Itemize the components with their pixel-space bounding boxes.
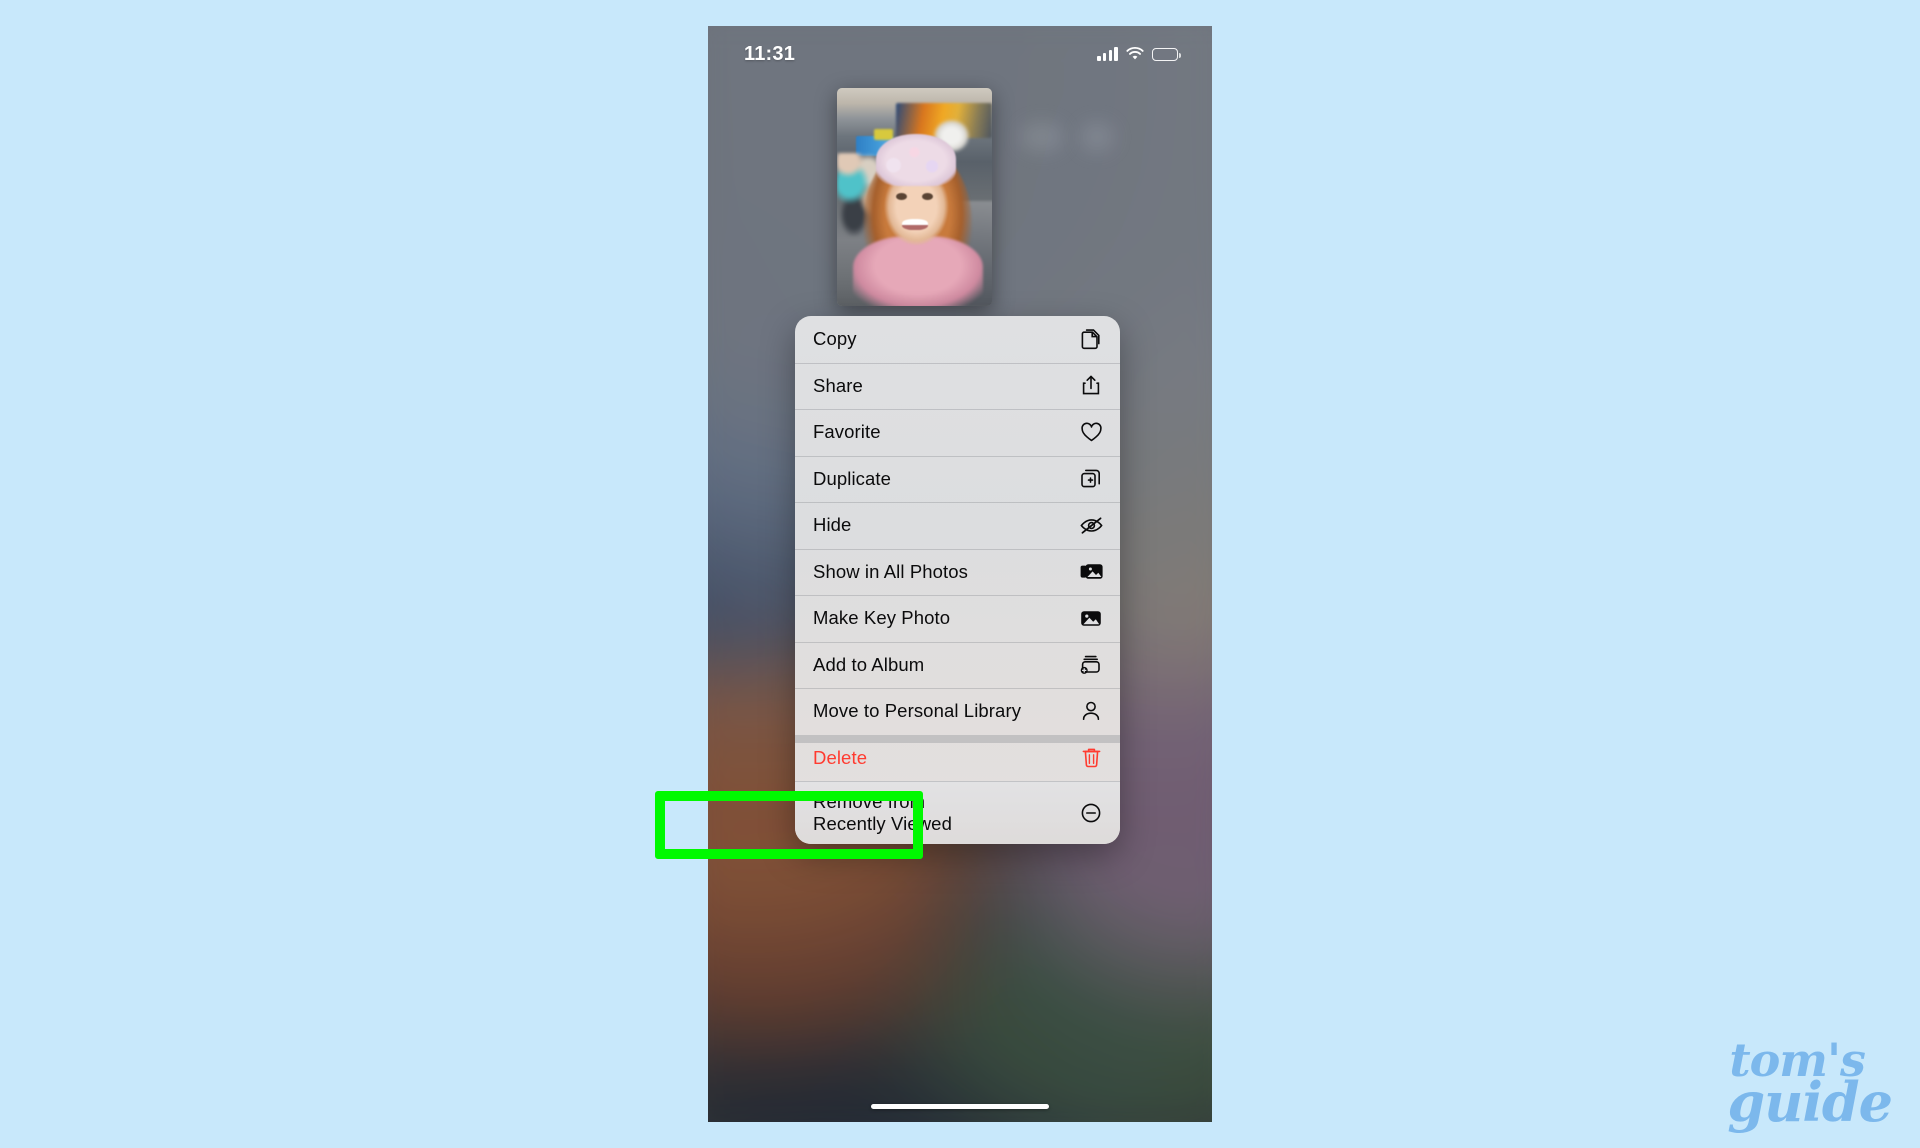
menu-item-label: Make Key Photo [813, 607, 951, 629]
menu-item-duplicate[interactable]: Duplicate [795, 455, 1120, 503]
menu-item-hide[interactable]: Hide [795, 502, 1120, 549]
menu-item-copy[interactable]: Copy [795, 316, 1120, 363]
phone-screenshot-frame: 11:31 Copy Share Favorite Duplicate Hide… [708, 26, 1212, 1122]
photo-context-menu: Copy Share Favorite Duplicate Hide Show … [795, 316, 1120, 844]
duplicate-icon [1078, 466, 1104, 492]
battery-icon [1152, 47, 1181, 61]
eye-slash-icon [1078, 512, 1104, 538]
menu-item-add-to-album[interactable]: Add to Album [795, 641, 1120, 689]
minus-circle-icon [1078, 800, 1104, 826]
photo-thumbnail[interactable] [837, 88, 992, 306]
menu-item-share[interactable]: Share [795, 362, 1120, 410]
toms-guide-watermark: tom's guide [1727, 1037, 1893, 1134]
status-bar-time: 11:31 [744, 42, 796, 65]
person-icon [1078, 698, 1104, 724]
menu-item-label: Add to Album [813, 653, 925, 675]
menu-item-label: Move to Personal Library [813, 700, 1022, 722]
heart-icon [1078, 419, 1104, 445]
menu-item-move-to-personal-library[interactable]: Move to Personal Library [795, 688, 1120, 735]
menu-item-label: Duplicate [813, 467, 892, 489]
photo-stack-icon [1078, 559, 1104, 585]
add-to-album-icon [1078, 652, 1104, 678]
status-bar-icons [1097, 47, 1181, 61]
menu-item-label: Remove from Recently Viewed [813, 790, 952, 834]
menu-item-label: Delete [813, 746, 868, 768]
menu-item-show-in-all-photos[interactable]: Show in All Photos [795, 548, 1120, 596]
share-icon [1078, 373, 1104, 399]
copy-icon [1078, 326, 1104, 352]
menu-item-label: Favorite [813, 421, 881, 443]
ghost-toolbar-button-right [1080, 122, 1114, 152]
cellular-signal-icon [1097, 47, 1118, 61]
menu-item-delete[interactable]: Delete [795, 734, 1120, 782]
menu-item-label: Share [813, 374, 863, 396]
menu-item-label: Hide [813, 514, 852, 536]
menu-item-favorite[interactable]: Favorite [795, 409, 1120, 456]
menu-item-make-key-photo[interactable]: Make Key Photo [795, 595, 1120, 642]
menu-item-remove-from-recently-viewed[interactable]: Remove from Recently Viewed [795, 781, 1120, 844]
menu-item-label: Show in All Photos [813, 560, 969, 582]
status-bar: 11:31 [708, 26, 1212, 82]
watermark-line-2: guide [1727, 1069, 1893, 1134]
home-indicator[interactable] [871, 1103, 1049, 1109]
ghost-toolbar-button-left [1020, 122, 1064, 152]
wifi-icon [1126, 47, 1144, 61]
trash-icon [1078, 745, 1104, 771]
menu-item-label: Copy [813, 328, 857, 350]
photo-icon [1078, 605, 1104, 631]
